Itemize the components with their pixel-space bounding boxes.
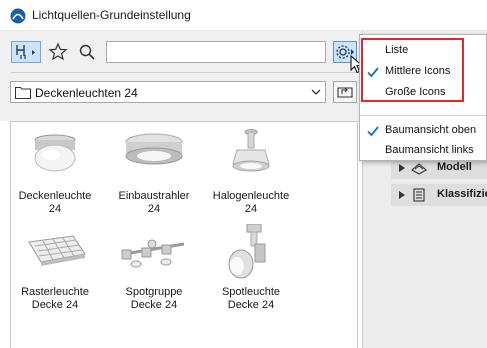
spot-group-icon: [121, 239, 185, 268]
object-item-caption: Spotleuchte Decke 24: [221, 286, 281, 311]
toolbar-divider: [11, 72, 356, 73]
folder-select-label: Deckenleuchten 24: [35, 86, 138, 100]
ceiling-light-icon: [34, 134, 76, 172]
spotlight-icon: [228, 224, 266, 279]
object-item-caption: Deckenleuchte 24: [18, 190, 92, 215]
object-item-caption: Rasterleuchte Decke 24: [21, 286, 89, 311]
expand-arrow-icon: [399, 164, 405, 172]
recessed-spotlight-icon: [125, 133, 183, 165]
menu-item-label: Baumansicht oben: [385, 124, 477, 136]
chevron-down-icon: [311, 89, 321, 95]
title-bar: Lichtquellen-Grundeinstellung: [0, 0, 487, 31]
grid-light-icon: [28, 235, 86, 266]
annotation-highlight: [361, 38, 464, 102]
object-item-caption: Spotgruppe Decke 24: [125, 286, 183, 311]
chair-icon: [16, 45, 35, 59]
model-icon: [411, 163, 427, 175]
halogen-light-icon: [232, 129, 270, 172]
star-icon: [48, 42, 68, 61]
menu-separator: [360, 115, 486, 116]
favorites-button[interactable]: [47, 41, 69, 63]
search-icon: [79, 44, 95, 60]
expand-arrow-icon: [399, 191, 405, 199]
classification-icon: [413, 188, 425, 202]
menu-item-label: Baumansicht links: [385, 144, 474, 156]
object-type-button[interactable]: [11, 41, 41, 63]
checkmark-icon: [367, 126, 379, 137]
tree-item-classification[interactable]: Klassifizie: [391, 184, 487, 206]
tree-item-label: Modell: [437, 161, 472, 173]
object-item-caption: Halogenleuchte 24: [212, 190, 290, 215]
folder-select[interactable]: Deckenleuchten 24: [10, 81, 326, 103]
menu-item-tree-left[interactable]: Baumansicht links: [360, 141, 486, 161]
search-button[interactable]: [76, 41, 98, 63]
search-input[interactable]: [106, 41, 326, 63]
menu-item-tree-top[interactable]: Baumansicht oben: [360, 121, 486, 141]
archicad-app-icon: [10, 8, 26, 24]
object-item-caption: Einbaustrahler 24: [118, 190, 190, 215]
folder-up-icon: [337, 87, 353, 98]
tree-item-label: Klassifizie: [437, 188, 487, 200]
folder-up-button[interactable]: [333, 81, 357, 103]
window-title: Lichtquellen-Grundeinstellung: [32, 8, 191, 22]
folder-icon: [15, 87, 31, 99]
